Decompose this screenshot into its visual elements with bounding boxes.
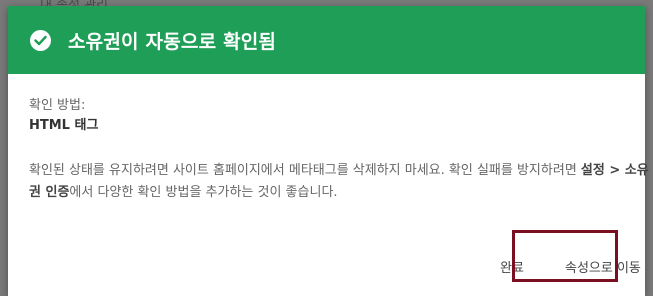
method-label: 확인 방법: xyxy=(29,98,86,113)
method-value: HTML 태그 xyxy=(29,118,99,133)
breadcrumb-separator: > xyxy=(604,163,625,178)
info-text: 확인된 상태를 유지하려면 사이트 홈페이지에서 메타태그를 삭제하지 마세요.… xyxy=(29,160,649,204)
info-text-part1: 확인된 상태를 유지하려면 사이트 홈페이지에서 메타태그를 삭제하지 마세요.… xyxy=(29,163,581,178)
dialog-header: 소유권이 자동으로 확인됨 xyxy=(8,6,645,74)
dialog-body: 확인 방법: HTML 태그 확인된 상태를 유지하려면 사이트 홈페이지에서 … xyxy=(8,74,649,204)
highlight-annotation-box xyxy=(512,230,618,282)
check-circle-icon xyxy=(30,29,51,51)
settings-link-text: 설정 xyxy=(580,163,605,178)
info-text-part2: 에서 다양한 확인 방법을 추가하는 것이 좋습니다. xyxy=(69,185,338,200)
dialog-title: 소유권이 자동으로 확인됨 xyxy=(68,30,277,53)
